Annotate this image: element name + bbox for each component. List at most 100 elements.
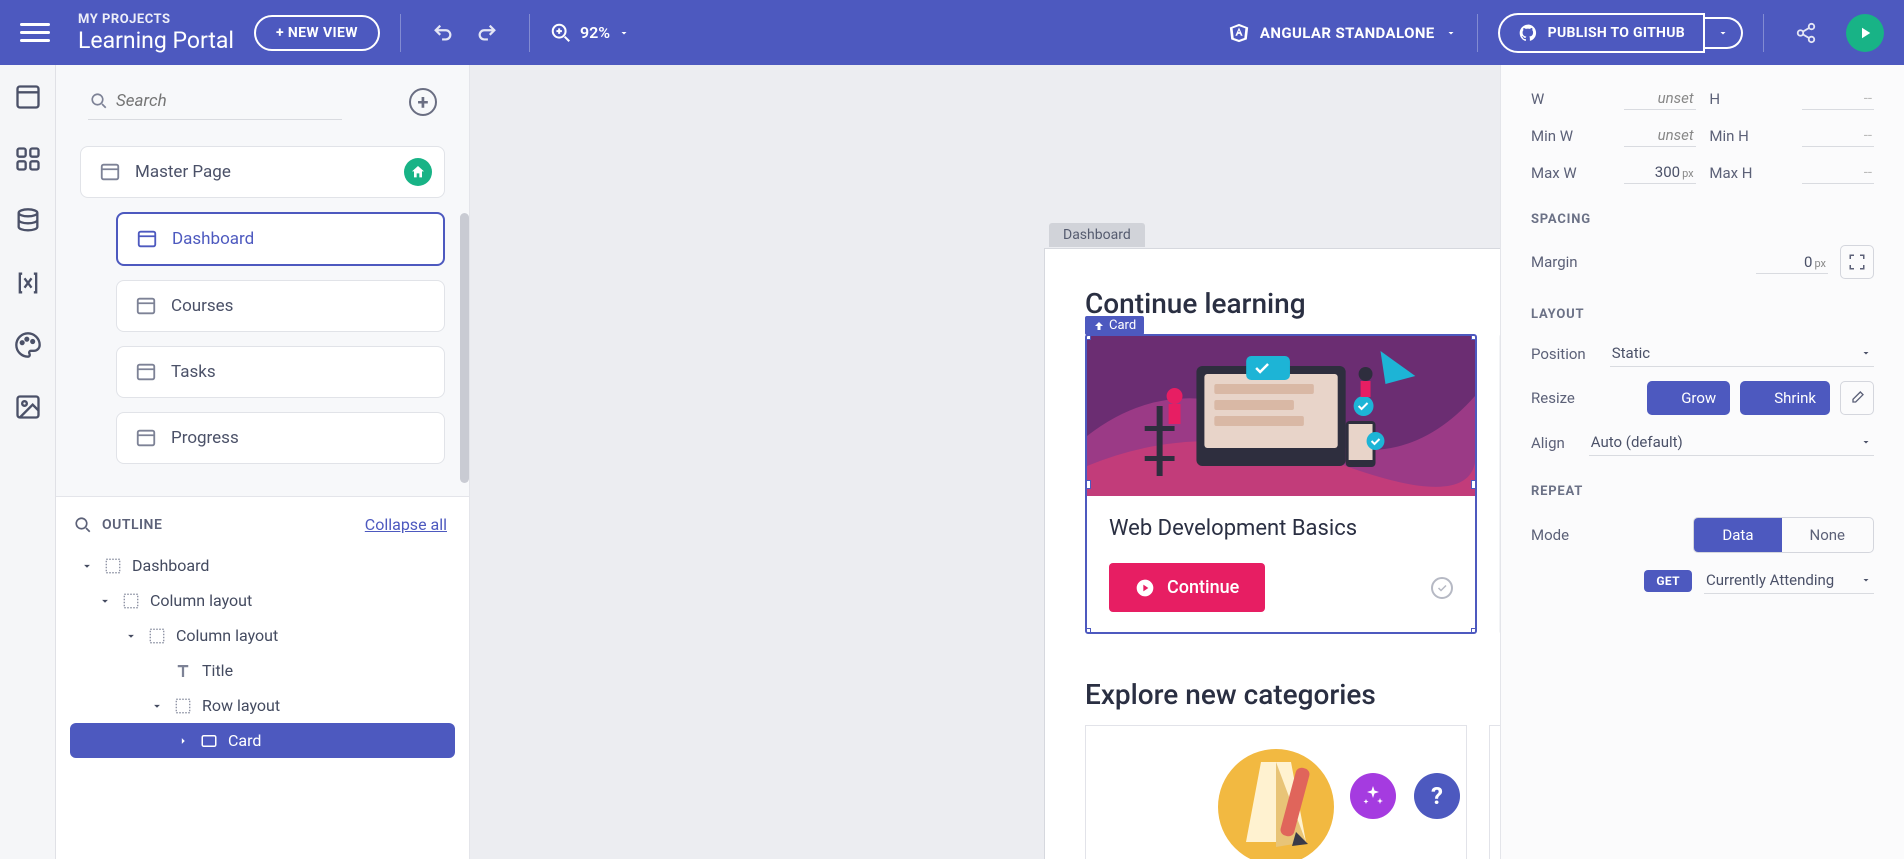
text-icon (174, 662, 192, 680)
outline-panel: OUTLINE Collapse all Dashboard Column la… (56, 496, 469, 859)
layout-icon (174, 697, 192, 715)
course-image (1087, 336, 1475, 496)
card-icon (200, 732, 218, 750)
h-value[interactable]: -- (1802, 87, 1874, 110)
new-view-button[interactable]: + NEW VIEW (254, 15, 380, 51)
spacing-section: SPACING (1531, 212, 1874, 227)
continue-button[interactable]: Continue (1109, 563, 1265, 612)
view-master-page[interactable]: Master Page (80, 146, 445, 198)
resize-label: Resize (1531, 389, 1575, 407)
minw-label: Min W (1531, 127, 1573, 145)
course-card-2[interactable]: Native Cross-platform Apps Continue (1499, 334, 1500, 634)
design-canvas[interactable]: Dashboard Card Continue learning (470, 65, 1500, 859)
home-badge-icon (404, 158, 432, 186)
publish-button-group: PUBLISH TO GITHUB (1498, 13, 1743, 53)
menu-icon[interactable] (20, 18, 50, 48)
ai-fab[interactable] (1350, 773, 1396, 819)
add-view-button[interactable]: + (409, 88, 437, 116)
tree-col-layout-2[interactable]: Column layout (70, 618, 455, 653)
expand-margin-button[interactable] (1840, 245, 1874, 279)
views-list: Master Page Dashboard Courses Tasks Prog… (56, 128, 469, 496)
publish-dropdown[interactable] (1705, 17, 1743, 49)
zoom-control[interactable]: 92% (550, 22, 630, 44)
layout-icon (122, 592, 140, 610)
chevron-right-icon (176, 734, 190, 748)
grow-button[interactable]: Grow (1647, 381, 1730, 415)
chevron-down-icon (80, 559, 94, 573)
search-icon[interactable] (74, 516, 92, 534)
position-select[interactable]: Static (1610, 340, 1874, 367)
chevron-down-icon (124, 629, 138, 643)
course-card-1[interactable]: Web Development Basics Continue (1085, 334, 1477, 634)
theme-icon[interactable] (14, 331, 42, 359)
mode-none[interactable]: None (1782, 518, 1874, 552)
framework-selector[interactable]: ANGULAR STANDALONE (1228, 22, 1457, 44)
maxw-value[interactable]: 300px (1624, 161, 1696, 184)
zoom-value: 92% (580, 23, 610, 42)
share-icon[interactable] (1792, 19, 1820, 47)
tree-card[interactable]: Card (70, 723, 455, 758)
views-icon[interactable] (14, 83, 42, 111)
maxh-label: Max H (1709, 164, 1752, 182)
redo-icon[interactable] (473, 19, 501, 47)
search-input[interactable] (88, 83, 342, 120)
help-fab[interactable]: ? (1414, 773, 1460, 819)
data-icon[interactable] (14, 207, 42, 235)
mode-toggle: Data None (1693, 517, 1874, 553)
chevron-down-icon (618, 27, 630, 39)
get-tag: GET (1644, 570, 1692, 592)
publish-button[interactable]: PUBLISH TO GITHUB (1498, 13, 1705, 53)
window-icon (135, 427, 157, 449)
layout-icon (104, 557, 122, 575)
view-dashboard[interactable]: Dashboard (116, 212, 445, 266)
project-block: MY PROJECTS Learning Portal (78, 12, 234, 54)
mode-data[interactable]: Data (1694, 518, 1781, 552)
search-icon (90, 92, 108, 110)
view-tasks[interactable]: Tasks (116, 346, 445, 398)
margin-label: Margin (1531, 253, 1578, 271)
scrollbar-thumb[interactable] (460, 213, 469, 483)
datasource-select[interactable]: Currently Attending (1704, 567, 1874, 594)
position-label: Position (1531, 345, 1586, 363)
window-icon (136, 228, 158, 250)
shrink-button[interactable]: Shrink (1740, 381, 1830, 415)
tool-rail (0, 65, 56, 859)
top-bar: MY PROJECTS Learning Portal + NEW VIEW 9… (0, 0, 1904, 65)
layout-icon (148, 627, 166, 645)
tree-dashboard[interactable]: Dashboard (70, 548, 455, 583)
selection-label: Card (1085, 316, 1144, 335)
align-select[interactable]: Auto (default) (1589, 429, 1874, 456)
canvas-tab[interactable]: Dashboard (1049, 223, 1145, 247)
preview-button[interactable] (1846, 14, 1884, 52)
window-icon (135, 295, 157, 317)
view-progress[interactable]: Progress (116, 412, 445, 464)
properties-panel: Wunset H-- Min Wunset Min H-- Max W300px… (1500, 65, 1904, 859)
window-icon (135, 361, 157, 383)
view-courses[interactable]: Courses (116, 280, 445, 332)
w-value[interactable]: unset (1624, 87, 1696, 110)
components-icon[interactable] (14, 145, 42, 173)
chevron-down-icon (1717, 27, 1729, 39)
margin-value[interactable]: 0px (1756, 251, 1828, 274)
course-title: Web Development Basics (1109, 516, 1453, 541)
zoom-icon (550, 22, 572, 44)
tree-title[interactable]: Title (70, 653, 455, 688)
projects-label: MY PROJECTS (78, 12, 234, 27)
explore-heading: Explore new categories (1085, 678, 1500, 711)
minh-value[interactable]: -- (1802, 124, 1874, 147)
assets-icon[interactable] (14, 393, 42, 421)
minw-value[interactable]: unset (1624, 124, 1696, 147)
chevron-down-icon (1445, 27, 1457, 39)
undo-icon[interactable] (429, 19, 457, 47)
repeat-section: REPEAT (1531, 484, 1874, 499)
sparkle-icon (1361, 784, 1385, 808)
play-circle-icon (1135, 578, 1155, 598)
category-card-2[interactable] (1489, 725, 1500, 859)
variables-icon[interactable] (14, 269, 42, 297)
tree-col-layout-1[interactable]: Column layout (70, 583, 455, 618)
tree-row-layout[interactable]: Row layout (70, 688, 455, 723)
collapse-all-link[interactable]: Collapse all (365, 515, 447, 534)
edit-resize-button[interactable] (1840, 381, 1874, 415)
chevron-down-icon (1860, 574, 1872, 586)
maxh-value[interactable]: -- (1802, 161, 1874, 184)
